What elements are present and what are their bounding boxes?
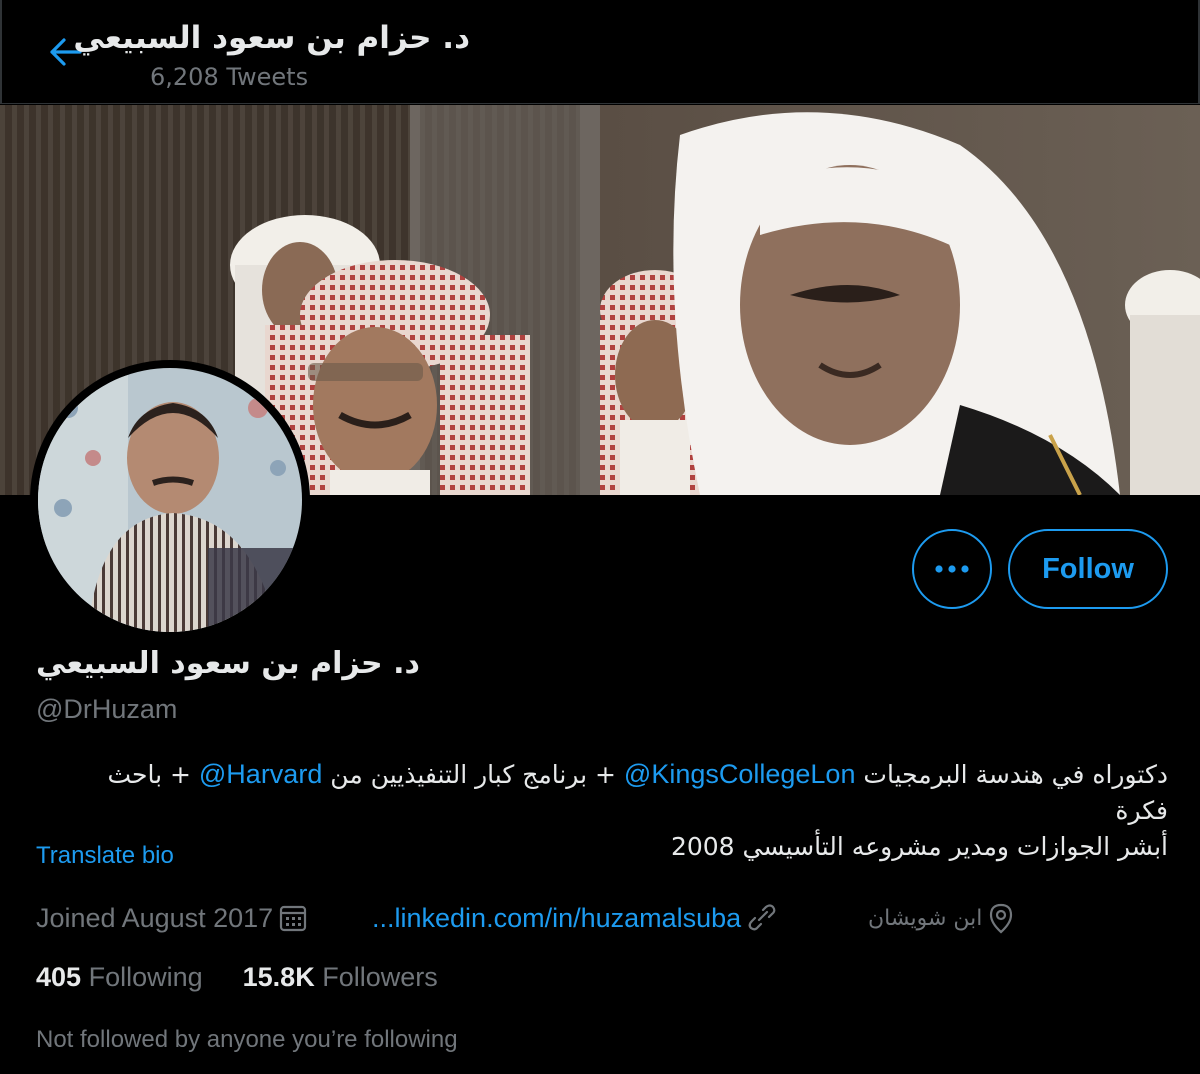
mention-link-kingscollege[interactable]: @KingsCollegeLon: [624, 759, 856, 789]
following-count: 405: [36, 962, 82, 992]
link-icon: [748, 904, 776, 931]
bio-line-2: أبشر الجوازات ومدير مشروعه التأسيسي 2008: [670, 832, 1168, 861]
mutual-followers-note: Not followed by anyone you’re following: [36, 1026, 458, 1053]
profile-location: ابن شويشان: [868, 896, 1016, 940]
joined-text: Joined August 2017: [36, 902, 274, 933]
header-title: د. حزام بن سعود السبيعي: [73, 20, 470, 56]
follow-stats: 405 Following 15.8K Followers: [36, 962, 478, 993]
bio-line-1: دكتوراه في هندسة البرمجيات @KingsCollege…: [48, 756, 1168, 829]
calendar-icon: [280, 905, 307, 932]
joined-date: Joined August 2017: [36, 896, 309, 940]
ellipsis-icon: [935, 565, 969, 573]
follow-button[interactable]: Follow: [1008, 529, 1168, 609]
following-label: Following: [88, 962, 203, 992]
top-bar: د. حزام بن سعود السبيعي 6,208 Tweets: [0, 0, 1200, 104]
followers-label: Followers: [322, 962, 438, 992]
followers-count: 15.8K: [242, 962, 315, 992]
profile-website-link[interactable]: ...linkedin.com/in/huzamalsuba: [372, 896, 779, 940]
location-pin-icon: [990, 903, 1013, 934]
bio-text-1: دكتوراه في هندسة البرمجيات: [863, 760, 1168, 789]
tweet-count: 6,208 Tweets: [150, 63, 309, 91]
following-stat[interactable]: 405 Following: [36, 962, 203, 993]
profile-avatar[interactable]: [30, 360, 310, 640]
location-text: ابن شويشان: [868, 905, 983, 931]
website-text[interactable]: ...linkedin.com/in/huzamalsuba: [372, 903, 741, 934]
more-options-button[interactable]: [912, 529, 992, 609]
mention-link-harvard[interactable]: @Harvard: [199, 759, 322, 789]
profile-bio: دكتوراه في هندسة البرمجيات @KingsCollege…: [48, 756, 1168, 865]
translate-bio-link[interactable]: Translate bio: [36, 842, 174, 870]
display-name: د. حزام بن سعود السبيعي: [36, 646, 420, 681]
bio-text-2: + برنامج كبار التنفيذيين من: [330, 760, 616, 789]
followers-stat[interactable]: 15.8K Followers: [243, 962, 438, 993]
user-handle: @DrHuzam: [36, 694, 178, 724]
